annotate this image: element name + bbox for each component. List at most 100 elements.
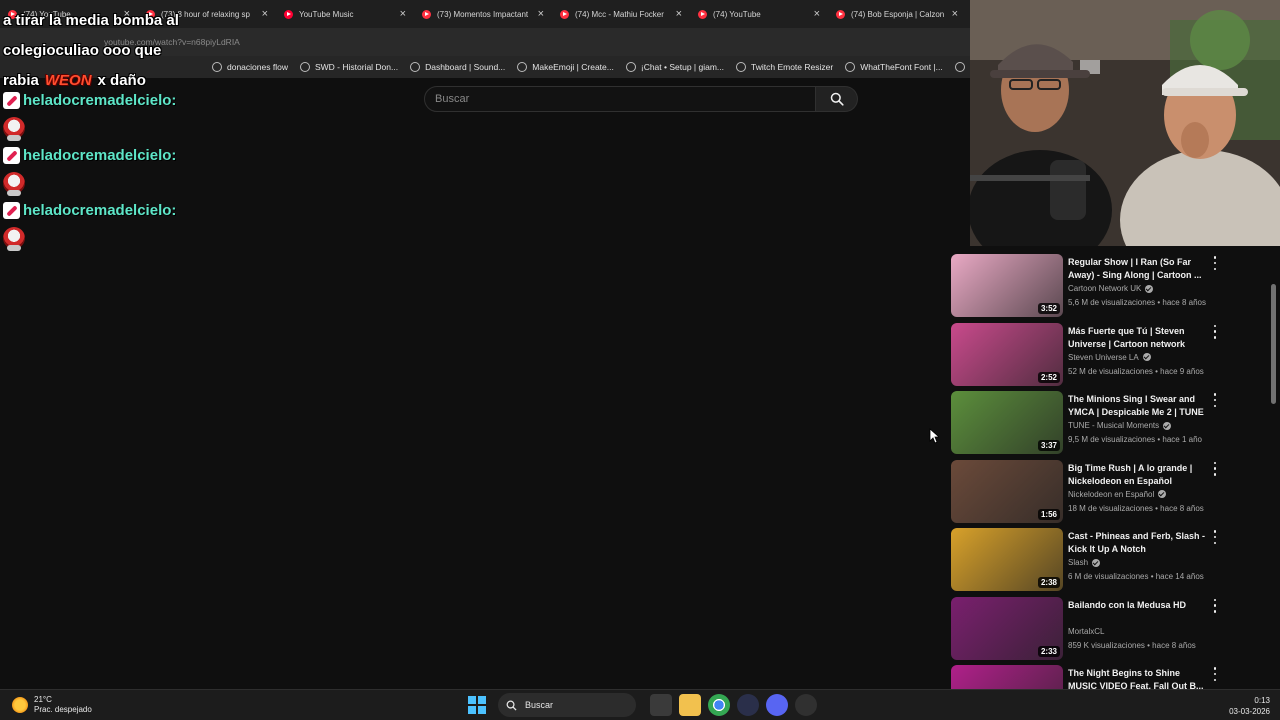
more-options-icon[interactable] [1212,461,1218,476]
tab-title: (74) Mcc - Mathiu Focker [575,9,664,19]
related-video-item[interactable]: 1:56 Big Time Rush | A lo grande | Nickel… [950,459,1250,524]
video-title[interactable]: Big Time Rush | A lo grande | Nickelodeo… [1068,462,1206,488]
chrome-icon[interactable] [707,694,730,716]
tab-close-icon[interactable]: × [814,8,820,20]
browser-tab[interactable]: (74) Mcc - Mathiu Focker × [552,0,690,28]
video-channel-name[interactable]: Steven Universe LA [1068,353,1139,362]
verified-check-icon [1145,284,1154,293]
more-options-icon[interactable] [1212,667,1218,681]
bookmark-globe-icon [517,62,528,72]
windows-start-icon[interactable] [468,696,486,714]
video-thumbnail[interactable]: 2:38 [951,528,1063,591]
bookmark-label: Dashboard | Sound... [425,62,506,72]
scrollbar[interactable] [1268,250,1280,690]
video-title[interactable]: Regular Show | I Ran (So Far Away) - Sin… [1068,256,1206,282]
chat-overlay-message: a tirar la media bomba al colegioculiao … [3,6,283,96]
discord-icon[interactable] [765,694,788,716]
related-video-item[interactable]: 2:33 Bailando con la Medusa HD MortalxCL 85… [950,596,1250,661]
related-video-item[interactable]: 2:52 Más Fuerte que Tú | Steven Universe … [950,322,1250,387]
video-channel[interactable]: Cartoon Network UK [1068,284,1154,293]
browser-tab[interactable]: (73) Momentos Impactant × [414,0,552,28]
file-explorer-icon[interactable] [678,694,701,716]
bookmark-globe-icon [954,62,965,72]
video-thumbnail[interactable]: 3:52 [951,254,1063,317]
more-options-icon[interactable] [1212,256,1218,270]
video-channel-name[interactable]: Slash [1068,558,1088,567]
video-channel-name[interactable]: MortalxCL [1068,627,1104,636]
video-meta: 859 K visualizaciones • hace 8 años [1068,640,1196,650]
search-button[interactable] [816,86,858,112]
obs-icon[interactable] [794,694,817,716]
bookmark-item[interactable]: MakeEmoji | Create... [517,62,614,72]
chat-emote-icon [3,117,25,141]
tab-title: (74) YouTube [713,9,761,19]
tab-close-icon[interactable]: × [952,8,958,20]
verified-check-icon [1163,421,1172,430]
taskbar-search[interactable]: Buscar [498,693,636,717]
video-channel-name[interactable]: Nickelodeon en Español [1068,490,1154,499]
bookmark-label: WhatTheFont Font |... [860,62,943,72]
pencil-badge-icon [3,91,20,109]
weather-temperature: 21°C [34,695,52,704]
video-meta: 9,5 M de visualizaciones • hace 1 año [1068,435,1202,444]
browser-tab[interactable]: YouTube Music × [276,0,414,28]
bookmark-globe-icon [845,62,856,72]
bookmark-label: SWD - Historial Don... [314,62,399,72]
video-channel[interactable]: Nickelodeon en Español [1068,490,1167,499]
video-meta: 5,6 M de visualizaciones • hace 8 años [1068,298,1206,307]
bookmark-label: ¡Chat • Setup | giam... [640,62,724,72]
video-channel-name[interactable]: TUNE - Musical Moments [1068,421,1159,430]
arrow-app-icon[interactable] [736,694,759,716]
bookmark-item[interactable]: SWD - Historial Don... [299,62,399,72]
bookmark-item[interactable]: ¡Chat • Setup | giam... [625,62,724,72]
more-options-icon[interactable] [1212,598,1218,613]
video-title[interactable]: The Minions Sing I Swear and YMCA | Desp… [1068,393,1206,419]
video-thumbnail[interactable]: 2:33 [951,596,1063,660]
video-meta: 6 M de visualizaciones • hace 14 años [1068,572,1204,581]
video-channel[interactable]: MortalxCL [1068,627,1104,636]
taskbar: 21°C Prac. despejado Buscar 0:13 03-03-2… [0,689,1280,720]
tab-close-icon[interactable]: × [538,8,544,20]
video-title[interactable]: Bailando con la Medusa HD [1068,599,1206,612]
more-options-icon[interactable] [1212,530,1218,544]
video-channel-name[interactable]: Cartoon Network UK [1068,284,1141,293]
video-channel[interactable]: TUNE - Musical Moments [1068,421,1172,430]
chat-user-line: heladocremadelcielo: [3,90,283,110]
video-channel[interactable]: Steven Universe LA [1068,353,1151,362]
related-video-item[interactable]: 2:38 Cast - Phineas and Ferb, Slash - Kic… [950,528,1250,592]
related-video-item[interactable]: 3:52 Regular Show | I Ran (So Far Away) -… [950,254,1250,318]
video-thumbnail[interactable]: 1:56 [951,459,1063,523]
youtube-music-icon [284,9,293,19]
browser-tab[interactable]: (74) Bob Esponja | Calzon × [828,0,966,28]
pencil-badge-icon [3,146,20,164]
tab-close-icon[interactable]: × [676,8,682,20]
clock[interactable]: 0:13 03-03-2026 [1214,695,1270,717]
video-title[interactable]: Cast - Phineas and Ferb, Slash - Kick It… [1068,530,1206,556]
search-input[interactable] [424,86,816,112]
video-meta: 18 M de visualizaciones • hace 8 años [1068,503,1204,513]
video-thumbnail[interactable]: 2:52 [951,322,1063,386]
chat-message: heladocremadelcielo: [3,200,283,255]
video-thumbnail[interactable]: 3:37 [951,391,1063,454]
related-video-item[interactable]: 3:37 The Minions Sing I Swear and YMCA | … [950,391,1250,455]
chat-message: heladocremadelcielo: [3,90,283,145]
scrollbar-thumb[interactable] [1271,284,1276,404]
video-channel[interactable]: Slash [1068,558,1101,567]
clock-time: 0:13 [1254,696,1270,705]
bookmark-globe-icon [625,62,636,72]
bookmark-item[interactable]: Twitch Emote Resizer [736,62,833,72]
tab-close-icon[interactable]: × [400,8,406,20]
taskbar-center: Buscar [468,693,820,717]
video-duration: 2:52 [1037,371,1060,383]
browser-tab[interactable]: (74) YouTube × [690,0,828,28]
video-title[interactable]: Más Fuerte que Tú | Steven Universe | Ca… [1068,325,1206,351]
weather-widget[interactable]: 21°C Prac. despejado [12,695,92,715]
bookmark-globe-icon [410,62,421,72]
bookmark-item[interactable]: Dashboard | Sound... [410,62,505,72]
task-view-icon[interactable] [649,694,672,716]
more-options-icon[interactable] [1212,393,1218,407]
more-options-icon[interactable] [1212,324,1218,339]
youtube-icon [698,9,707,19]
clock-date: 03-03-2026 [1229,707,1270,716]
bookmark-item[interactable]: WhatTheFont Font |... [845,62,943,72]
